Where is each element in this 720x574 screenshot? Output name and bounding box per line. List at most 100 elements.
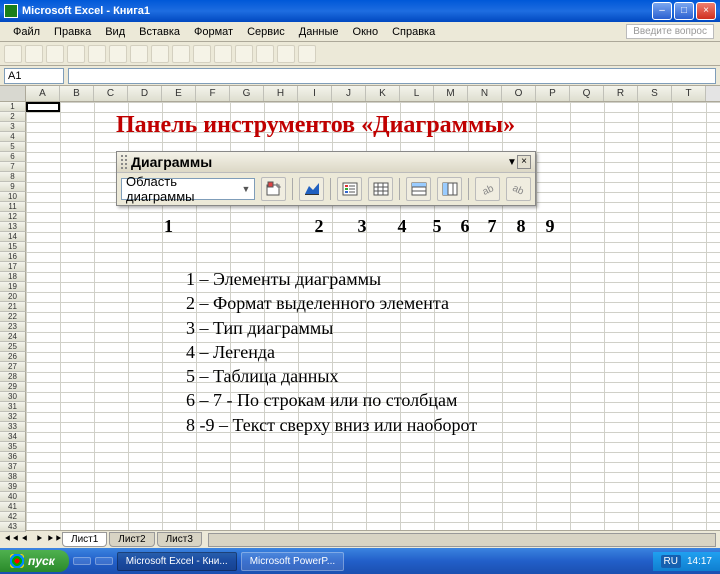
preview-button[interactable] xyxy=(88,45,106,63)
col-header[interactable]: P xyxy=(536,86,570,101)
taskbar-item[interactable] xyxy=(73,557,91,565)
toolbar-close-button[interactable]: × xyxy=(517,155,531,169)
maximize-button[interactable]: □ xyxy=(674,2,694,20)
menu-file[interactable]: Файл xyxy=(6,24,47,40)
row-header[interactable]: 13 xyxy=(0,222,26,232)
menu-tools[interactable]: Сервис xyxy=(240,24,292,40)
row-header[interactable]: 43 xyxy=(0,522,26,532)
row-header[interactable]: 5 xyxy=(0,142,26,152)
col-header[interactable]: H xyxy=(264,86,298,101)
save-button[interactable] xyxy=(46,45,64,63)
taskbar-item[interactable]: Microsoft Excel - Кни... xyxy=(117,552,237,571)
print-button[interactable] xyxy=(67,45,85,63)
sum-button[interactable] xyxy=(214,45,232,63)
col-header[interactable]: F xyxy=(196,86,230,101)
row-header[interactable]: 16 xyxy=(0,252,26,262)
zoom-button[interactable] xyxy=(298,45,316,63)
angle-text-down-button[interactable]: ab xyxy=(475,177,500,201)
col-header[interactable]: B xyxy=(60,86,94,101)
toolbar-options-dropdown[interactable]: ▼ xyxy=(507,157,517,168)
menu-view[interactable]: Вид xyxy=(98,24,132,40)
col-header[interactable]: E xyxy=(162,86,196,101)
row-header[interactable]: 33 xyxy=(0,422,26,432)
redo-button[interactable] xyxy=(193,45,211,63)
col-header[interactable]: R xyxy=(604,86,638,101)
row-header[interactable]: 3 xyxy=(0,122,26,132)
row-header[interactable]: 38 xyxy=(0,472,26,482)
row-header[interactable]: 29 xyxy=(0,382,26,392)
row-header[interactable]: 21 xyxy=(0,302,26,312)
copy-button[interactable] xyxy=(130,45,148,63)
menu-window[interactable]: Окно xyxy=(346,24,386,40)
minimize-button[interactable]: – xyxy=(652,2,672,20)
name-box[interactable]: A1 xyxy=(4,68,64,84)
menu-edit[interactable]: Правка xyxy=(47,24,98,40)
row-header[interactable]: 10 xyxy=(0,192,26,202)
row-header[interactable]: 1 xyxy=(0,102,26,112)
row-header[interactable]: 11 xyxy=(0,202,26,212)
start-button[interactable]: пуск xyxy=(0,550,69,572)
legend-button[interactable] xyxy=(337,177,362,201)
row-header[interactable]: 30 xyxy=(0,392,26,402)
toolbar-grip[interactable] xyxy=(121,155,127,169)
row-header[interactable]: 27 xyxy=(0,362,26,372)
row-header[interactable]: 12 xyxy=(0,212,26,222)
col-header[interactable]: N xyxy=(468,86,502,101)
help-search-input[interactable]: Введите вопрос xyxy=(626,24,714,39)
chart-type-button[interactable] xyxy=(299,177,324,201)
row-header[interactable]: 4 xyxy=(0,132,26,142)
row-header[interactable]: 36 xyxy=(0,452,26,462)
row-header[interactable]: 31 xyxy=(0,402,26,412)
row-header[interactable]: 26 xyxy=(0,352,26,362)
by-rows-button[interactable] xyxy=(406,177,431,201)
col-header[interactable]: K xyxy=(366,86,400,101)
menu-format[interactable]: Формат xyxy=(187,24,240,40)
row-header[interactable]: 19 xyxy=(0,282,26,292)
row-header[interactable]: 37 xyxy=(0,462,26,472)
sort-desc-button[interactable] xyxy=(256,45,274,63)
col-header[interactable]: G xyxy=(230,86,264,101)
col-header[interactable]: D xyxy=(128,86,162,101)
active-cell[interactable] xyxy=(26,102,60,112)
row-header[interactable]: 7 xyxy=(0,162,26,172)
data-table-button[interactable] xyxy=(368,177,393,201)
col-header[interactable]: Q xyxy=(570,86,604,101)
row-header[interactable]: 32 xyxy=(0,412,26,422)
row-header[interactable]: 28 xyxy=(0,372,26,382)
row-header[interactable]: 25 xyxy=(0,342,26,352)
menu-help[interactable]: Справка xyxy=(385,24,442,40)
new-button[interactable] xyxy=(4,45,22,63)
menu-data[interactable]: Данные xyxy=(292,24,346,40)
col-header[interactable]: O xyxy=(502,86,536,101)
col-header[interactable]: T xyxy=(672,86,706,101)
cut-button[interactable] xyxy=(109,45,127,63)
chart-wizard-button[interactable] xyxy=(277,45,295,63)
row-header[interactable]: 34 xyxy=(0,432,26,442)
chart-elements-select[interactable]: Область диаграммы ▼ xyxy=(121,178,255,200)
row-header[interactable]: 40 xyxy=(0,492,26,502)
col-header[interactable]: I xyxy=(298,86,332,101)
col-header[interactable]: A xyxy=(26,86,60,101)
taskbar-item[interactable]: Microsoft PowerP... xyxy=(241,552,344,571)
col-header[interactable]: M xyxy=(434,86,468,101)
close-button[interactable]: × xyxy=(696,2,716,20)
paste-button[interactable] xyxy=(151,45,169,63)
row-header[interactable]: 42 xyxy=(0,512,26,522)
row-header[interactable]: 22 xyxy=(0,312,26,322)
language-indicator[interactable]: RU xyxy=(661,555,681,568)
row-header[interactable]: 41 xyxy=(0,502,26,512)
undo-button[interactable] xyxy=(172,45,190,63)
open-button[interactable] xyxy=(25,45,43,63)
system-tray[interactable]: RU 14:17 xyxy=(653,552,720,571)
cell-grid[interactable]: Панель инструментов «Диаграммы» Диаграмм… xyxy=(26,102,720,530)
row-header[interactable]: 20 xyxy=(0,292,26,302)
formula-input[interactable] xyxy=(68,68,716,84)
row-header[interactable]: 24 xyxy=(0,332,26,342)
row-header[interactable]: 35 xyxy=(0,442,26,452)
col-header[interactable]: L xyxy=(400,86,434,101)
angle-text-up-button[interactable]: ab xyxy=(506,177,531,201)
col-header[interactable]: S xyxy=(638,86,672,101)
by-columns-button[interactable] xyxy=(437,177,462,201)
row-header[interactable]: 17 xyxy=(0,262,26,272)
col-header[interactable]: J xyxy=(332,86,366,101)
